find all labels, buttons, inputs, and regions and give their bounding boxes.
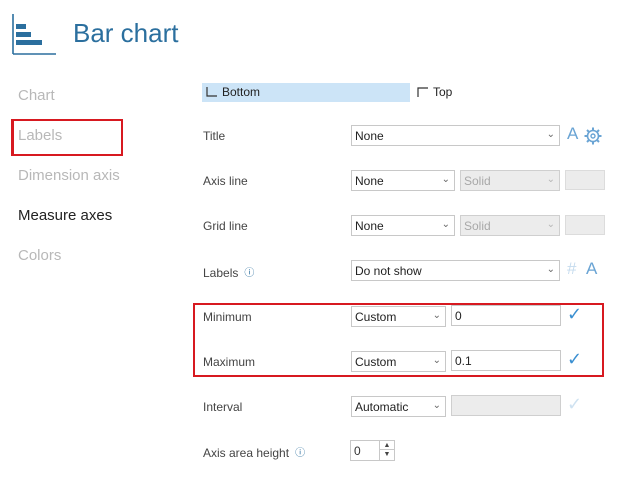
title-select-value: None bbox=[355, 129, 384, 143]
font-style-icon[interactable]: A bbox=[567, 124, 578, 144]
chevron-down-icon: ⌄ bbox=[441, 174, 450, 185]
labels-select[interactable]: Do not show ⌄ bbox=[351, 260, 560, 281]
chevron-down-icon: ⌄ bbox=[432, 400, 441, 411]
page-title: Bar chart bbox=[73, 18, 179, 48]
nav-item-colors[interactable]: Colors bbox=[18, 247, 61, 264]
position-bottom-label: Bottom bbox=[222, 85, 261, 99]
grid-line-label: Grid line bbox=[203, 219, 248, 233]
interval-mode-value: Automatic bbox=[355, 400, 409, 414]
chevron-down-icon: ⌄ bbox=[546, 129, 555, 140]
info-icon[interactable]: ⓘ bbox=[244, 264, 254, 279]
grid-line-color-swatch[interactable] bbox=[565, 215, 605, 235]
bottom-axis-icon bbox=[206, 87, 217, 97]
gear-icon[interactable] bbox=[584, 127, 602, 145]
grid-line-select[interactable]: None ⌄ bbox=[351, 215, 455, 236]
interval-confirm-check-icon[interactable]: ✓ bbox=[567, 394, 582, 415]
info-icon[interactable]: ⓘ bbox=[295, 444, 305, 459]
grid-line-select-value: None bbox=[355, 219, 384, 233]
axis-line-select-value: None bbox=[355, 174, 384, 188]
nav-item-chart[interactable]: Chart bbox=[18, 87, 55, 104]
axis-line-style-value: Solid bbox=[464, 174, 491, 188]
labels-select-value: Do not show bbox=[355, 264, 422, 278]
labels-label: Labels ⓘ bbox=[203, 264, 254, 280]
grid-line-style-select[interactable]: Solid ⌄ bbox=[460, 215, 560, 236]
interval-label: Interval bbox=[203, 400, 243, 414]
number-format-icon[interactable]: # bbox=[567, 259, 576, 279]
axis-line-color-swatch[interactable] bbox=[565, 170, 605, 190]
labels-label-text: Labels bbox=[203, 266, 239, 280]
nav-item-dimension-axis[interactable]: Dimension axis bbox=[18, 167, 120, 184]
font-style-icon[interactable]: A bbox=[586, 259, 597, 279]
position-bottom-button[interactable]: Bottom bbox=[202, 83, 410, 102]
stepper-buttons: ▲ ▼ bbox=[379, 441, 394, 460]
axis-area-height-label: Axis area height ⓘ bbox=[203, 444, 305, 460]
axis-line-style-select[interactable]: Solid ⌄ bbox=[460, 170, 560, 191]
top-axis-icon bbox=[417, 87, 428, 97]
title-label: Title bbox=[203, 129, 226, 143]
stepper-up-icon[interactable]: ▲ bbox=[380, 441, 394, 450]
axis-area-height-value: 0 bbox=[354, 444, 361, 458]
min-max-highlight bbox=[193, 303, 604, 377]
interval-value-input[interactable] bbox=[451, 395, 561, 416]
grid-line-style-value: Solid bbox=[464, 219, 491, 233]
interval-mode-select[interactable]: Automatic ⌄ bbox=[351, 396, 446, 417]
nav-active-highlight bbox=[11, 119, 123, 156]
axis-line-select[interactable]: None ⌄ bbox=[351, 170, 455, 191]
stepper-down-icon[interactable]: ▼ bbox=[380, 450, 394, 459]
title-select[interactable]: None ⌄ bbox=[351, 125, 560, 146]
page-header: Bar chart bbox=[10, 8, 310, 58]
axis-line-label: Axis line bbox=[203, 174, 248, 188]
axis-area-height-stepper[interactable]: 0 ▲ ▼ bbox=[350, 440, 395, 461]
chevron-down-icon: ⌄ bbox=[546, 219, 555, 230]
axis-area-height-label-text: Axis area height bbox=[203, 446, 290, 460]
chevron-down-icon: ⌄ bbox=[441, 219, 450, 230]
chevron-down-icon: ⌄ bbox=[546, 264, 555, 275]
position-top-button[interactable]: Top bbox=[413, 83, 473, 102]
position-top-label: Top bbox=[433, 85, 453, 99]
bar-chart-icon bbox=[12, 14, 56, 55]
nav-item-measure-axes[interactable]: Measure axes bbox=[18, 207, 112, 224]
chevron-down-icon: ⌄ bbox=[546, 174, 555, 185]
